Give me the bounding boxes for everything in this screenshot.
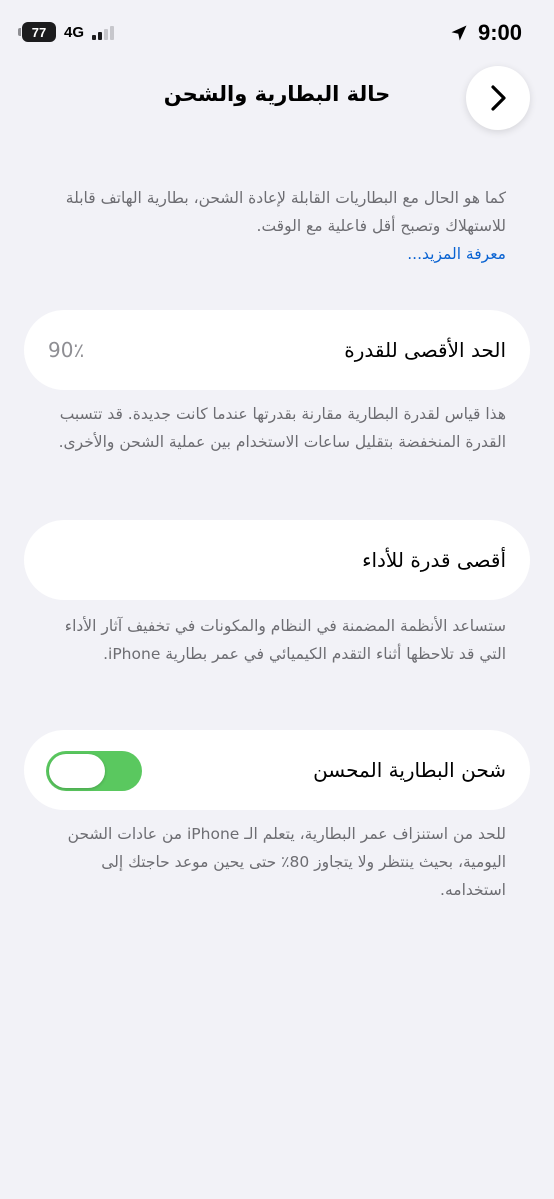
- max-capacity-label: الحد الأقصى للقدرة: [344, 338, 506, 362]
- status-left: 77 4G: [18, 22, 115, 42]
- optimized-charging-row: شحن البطارية المحسن: [24, 730, 530, 810]
- intro-section: كما هو الحال مع البطاريات القابلة لإعادة…: [46, 184, 506, 268]
- chevron-right-icon: [491, 85, 506, 111]
- optimized-charging-label: شحن البطارية المحسن: [313, 758, 506, 782]
- optimized-charging-footnote: للحد من استنزاف عمر البطارية، يتعلم الـ …: [67, 825, 506, 899]
- back-button[interactable]: [466, 66, 530, 130]
- max-capacity-row: الحد الأقصى للقدرة 90٪: [24, 310, 530, 390]
- toggle-knob: [49, 754, 105, 788]
- location-arrow-icon: [451, 25, 467, 41]
- learn-more-link[interactable]: معرفة المزيد...: [407, 245, 506, 263]
- peak-performance-footnote: ستساعد الأنظمة المضمنة في النظام والمكون…: [64, 617, 506, 663]
- intro-text: كما هو الحال مع البطاريات القابلة لإعادة…: [65, 189, 506, 235]
- peak-performance-label: أقصى قدرة للأداء: [362, 548, 506, 572]
- max-capacity-value: 90٪: [48, 338, 85, 362]
- battery-icon: 77: [18, 22, 56, 42]
- max-capacity-footnote: هذا قياس لقدرة البطارية مقارنة بقدرتها ع…: [58, 405, 506, 451]
- signal-icon: [92, 24, 115, 40]
- battery-level: 77: [31, 24, 47, 40]
- network-type: 4G: [64, 23, 85, 41]
- status-bar: 77 4G 9:00: [0, 0, 554, 66]
- clock: 9:00: [477, 20, 522, 45]
- optimized-charging-toggle[interactable]: [46, 751, 142, 791]
- peak-performance-row: أقصى قدرة للأداء: [24, 520, 530, 600]
- page-title: حالة البطارية والشحن: [163, 82, 391, 106]
- status-right: 9:00: [450, 20, 522, 46]
